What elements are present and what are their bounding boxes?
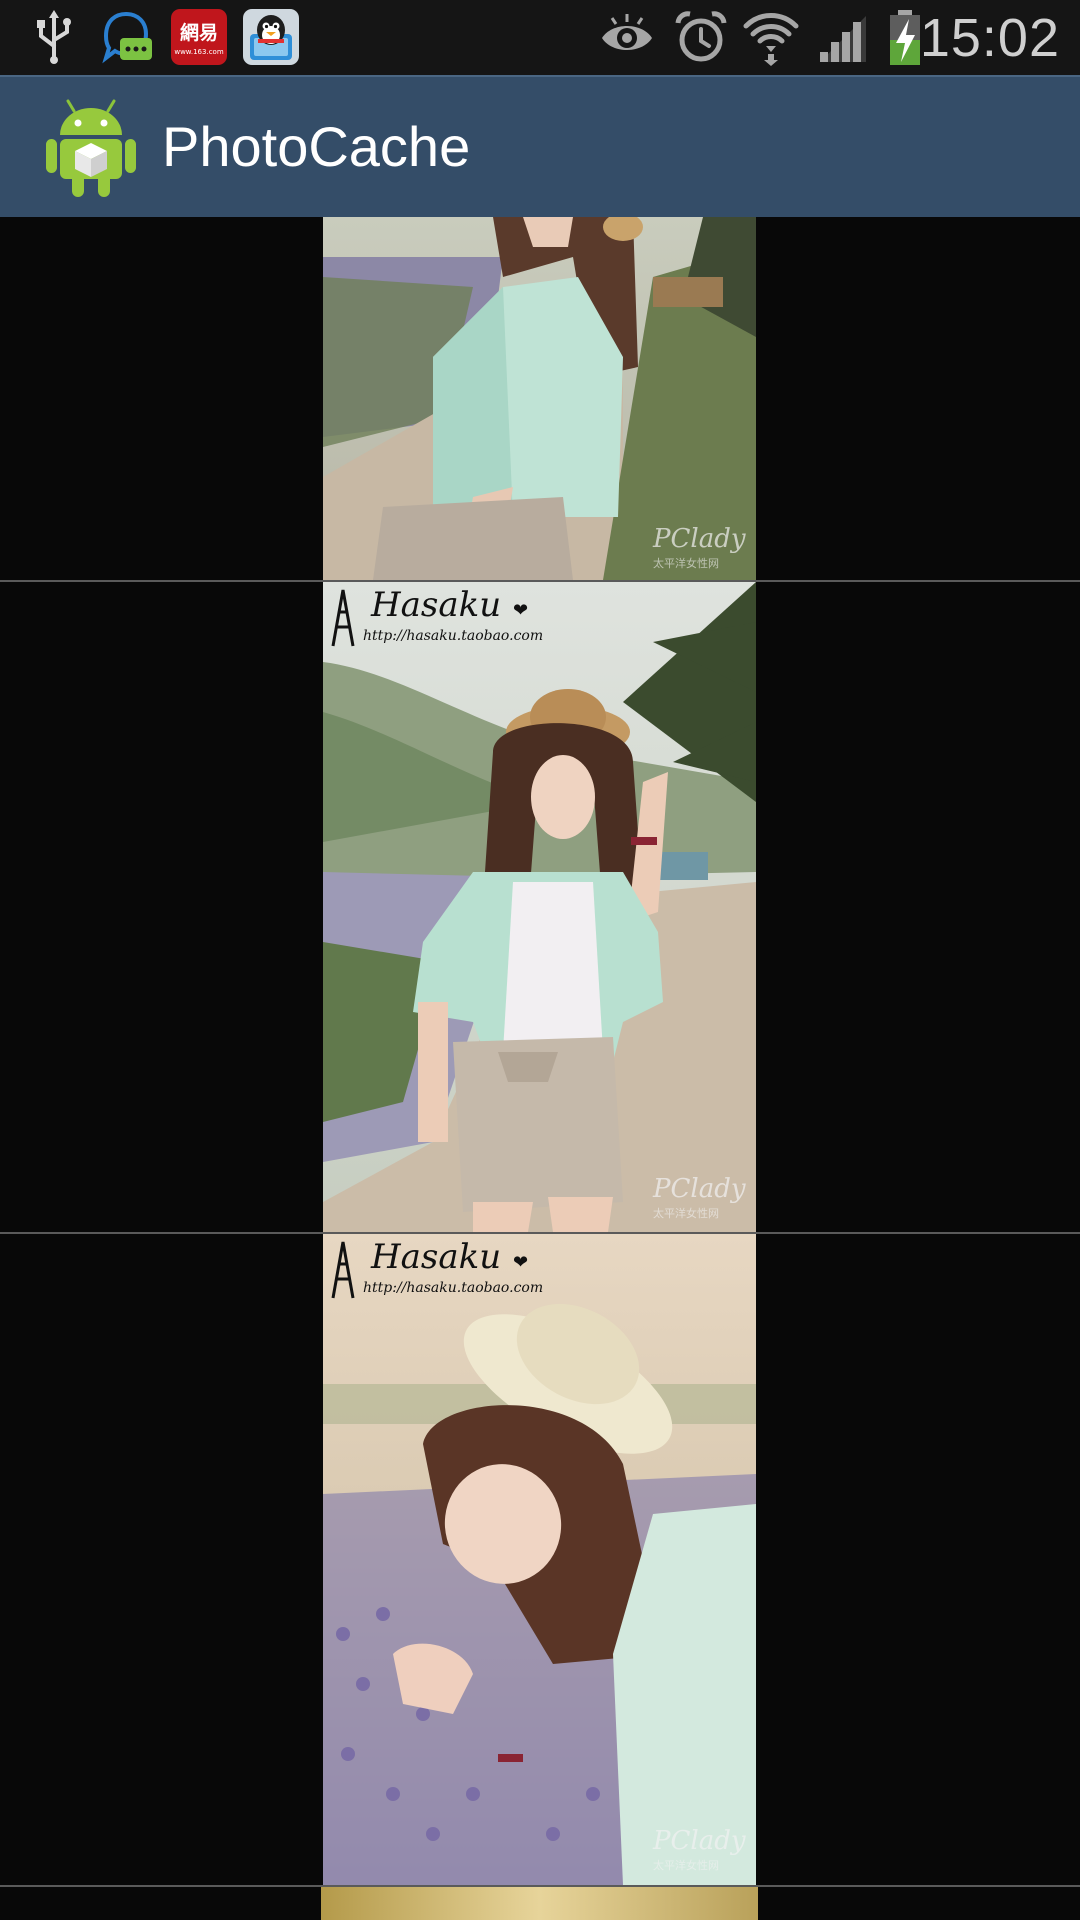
wifi-icon [743,13,799,66]
watermark-sub: 太平洋女性网 [653,1858,719,1872]
action-bar: PhotoCache [0,75,1080,217]
heart-icon: ❤ [513,600,528,621]
netease-icon: 網易 www.163.com [171,9,227,65]
netease-sub: www.163.com [174,48,223,56]
list-item[interactable]: Hasaku ❤ http://hasaku.taobao.com PClady… [0,1234,1080,1885]
usb-icon [37,10,71,64]
chat-bubble-icon [102,11,152,64]
watermark-url: http://hasaku.taobao.com [363,628,543,644]
photo-thumbnail[interactable]: PClady 太平洋女性网 [323,217,756,580]
watermark-pclady: PClady [652,1826,746,1856]
watermark-pclady: PClady [652,1174,746,1204]
list-item[interactable]: PClady 太平洋女性网 [0,217,1080,580]
watermark-brand: Hasaku [370,585,501,625]
eye-icon [602,14,652,50]
qq-penguin-icon [243,9,299,65]
photo-thumbnail[interactable]: Hasaku ❤ http://hasaku.taobao.com PClady… [323,1234,756,1885]
signal-bars-icon [820,16,866,62]
watermark-url: http://hasaku.taobao.com [363,1280,543,1296]
status-bar: 網易 www.163.com 15:02 [0,0,1080,75]
list-item[interactable]: Hasaku ❤ http://hasaku.taobao.com PClady… [0,582,1080,1232]
list-item[interactable] [0,1887,1080,1920]
watermark-brand: Hasaku [370,1237,501,1277]
netease-label: 網易 [180,21,218,44]
watermark-pclady: PClady [652,524,746,554]
photo-thumbnail[interactable] [321,1887,758,1920]
clock-time: 15:02 [919,8,1060,68]
android-app-icon[interactable] [44,99,138,199]
photo-list[interactable]: PClady 太平洋女性网 Hasaku ❤ http://hasaku.tao… [0,217,1080,1920]
photo-thumbnail[interactable]: Hasaku ❤ http://hasaku.taobao.com PClady… [323,582,756,1232]
alarm-clock-icon [675,11,727,62]
heart-icon: ❤ [513,1252,528,1273]
watermark-sub: 太平洋女性网 [653,1206,719,1220]
app-title: PhotoCache [162,115,471,178]
watermark-sub: 太平洋女性网 [653,556,719,570]
